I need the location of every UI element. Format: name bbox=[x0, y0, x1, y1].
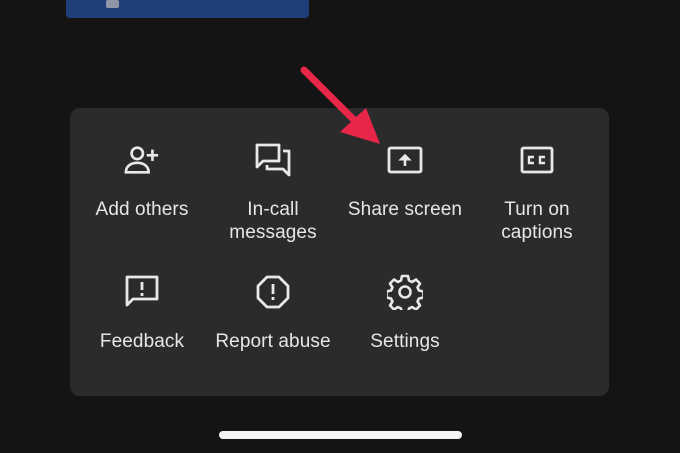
in-call-messages-label: In-call messages bbox=[229, 199, 317, 243]
settings-button[interactable]: Settings bbox=[335, 274, 475, 353]
report-abuse-label: Report abuse bbox=[215, 331, 331, 352]
call-screen: Add others In-call messages Share screen bbox=[0, 0, 680, 453]
share-screen-label: Share screen bbox=[347, 199, 463, 220]
turn-on-captions-button[interactable]: Turn on captions bbox=[467, 142, 607, 244]
in-call-messages-button[interactable]: In-call messages bbox=[203, 142, 343, 244]
chat-icon bbox=[255, 142, 291, 178]
report-icon bbox=[255, 274, 291, 310]
home-indicator[interactable] bbox=[219, 431, 462, 439]
tile-thumbnail bbox=[106, 0, 119, 8]
settings-gear-icon bbox=[387, 274, 423, 310]
share-screen-button[interactable]: Share screen bbox=[335, 142, 475, 221]
turn-on-captions-label: Turn on captions bbox=[501, 199, 573, 243]
feedback-button[interactable]: Feedback bbox=[72, 274, 212, 353]
settings-label: Settings bbox=[370, 331, 440, 352]
add-others-label: Add others bbox=[95, 199, 189, 220]
feedback-icon bbox=[124, 274, 160, 310]
report-abuse-button[interactable]: Report abuse bbox=[203, 274, 343, 353]
add-others-button[interactable]: Add others bbox=[72, 142, 212, 221]
closed-captions-icon bbox=[519, 142, 555, 178]
present-screen-icon bbox=[387, 142, 423, 178]
participant-video-tile[interactable] bbox=[66, 0, 309, 18]
feedback-label: Feedback bbox=[99, 331, 185, 352]
call-options-sheet: Add others In-call messages Share screen bbox=[70, 108, 609, 396]
person-add-icon bbox=[124, 142, 160, 178]
